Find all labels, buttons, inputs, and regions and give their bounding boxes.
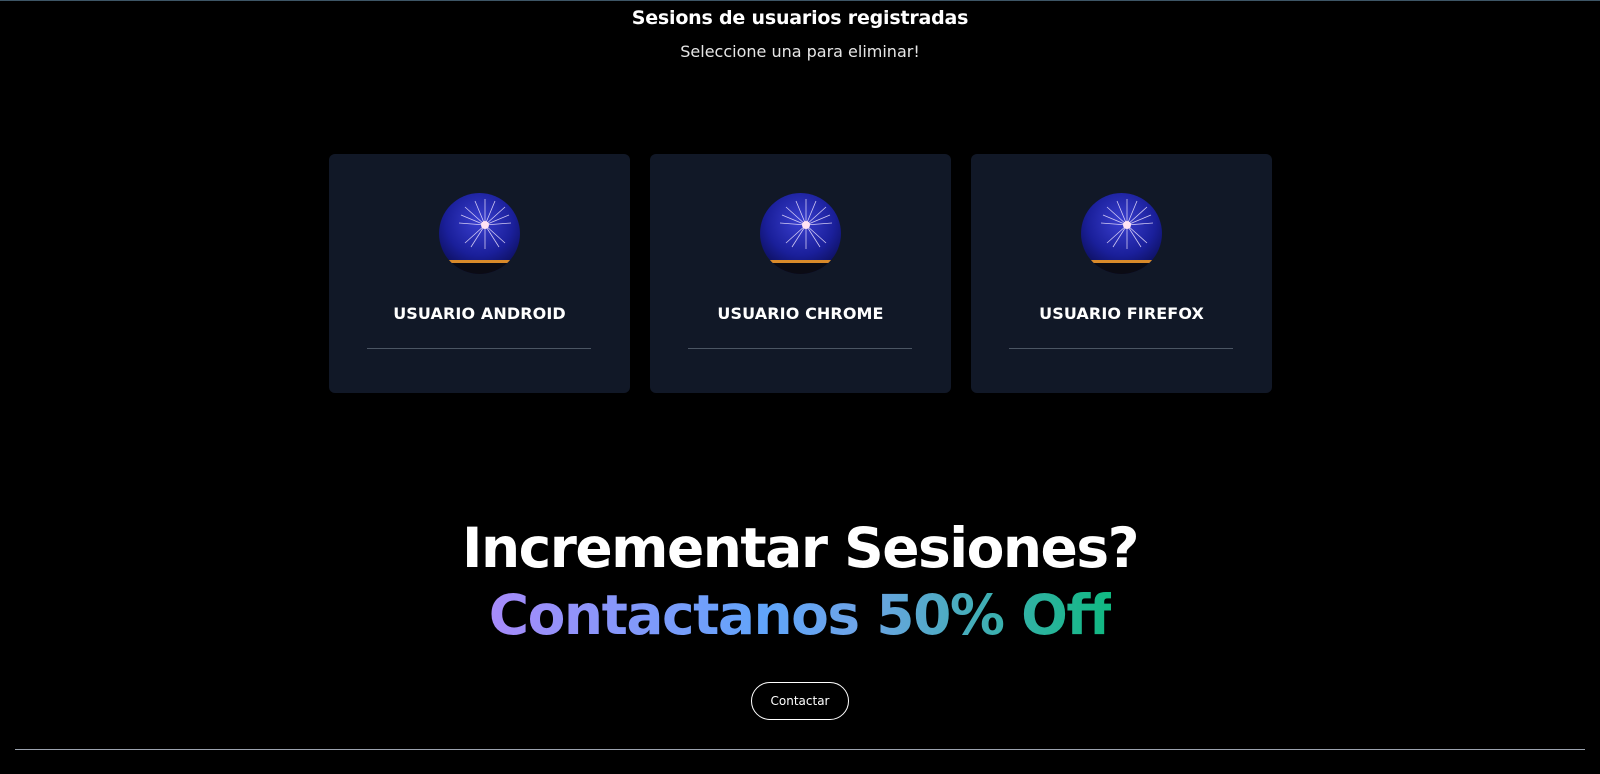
session-name: USUARIO CHROME <box>717 304 884 323</box>
fireworks-avatar-icon <box>439 193 520 274</box>
session-card-list: USUARIO ANDROID USUARIO CHROME USUARIO F… <box>329 154 1273 393</box>
promo-headline: Incrementar Sesiones? <box>462 516 1139 580</box>
avatar <box>760 193 841 274</box>
fireworks-avatar-icon <box>760 193 841 274</box>
avatar <box>1081 193 1162 274</box>
page-title: Sesions de usuarios registradas <box>631 7 969 29</box>
session-card-firefox[interactable]: USUARIO FIREFOX <box>971 154 1272 393</box>
card-divider <box>367 348 591 349</box>
contact-button[interactable]: Contactar <box>751 682 849 720</box>
top-divider <box>0 0 1600 1</box>
promo-offer: Contactanos 50% Off <box>0 582 1600 648</box>
session-name: USUARIO FIREFOX <box>1039 304 1204 323</box>
card-divider <box>1009 348 1233 349</box>
avatar <box>439 193 520 274</box>
page-subtitle: Seleccione una para eliminar! <box>680 42 920 61</box>
card-divider <box>688 348 912 349</box>
footer-divider <box>15 749 1585 750</box>
promo-offer-text: Contactanos 50% Off <box>488 583 1113 647</box>
session-name: USUARIO ANDROID <box>393 304 566 323</box>
fireworks-avatar-icon <box>1081 193 1162 274</box>
session-card-android[interactable]: USUARIO ANDROID <box>329 154 630 393</box>
session-card-chrome[interactable]: USUARIO CHROME <box>650 154 951 393</box>
